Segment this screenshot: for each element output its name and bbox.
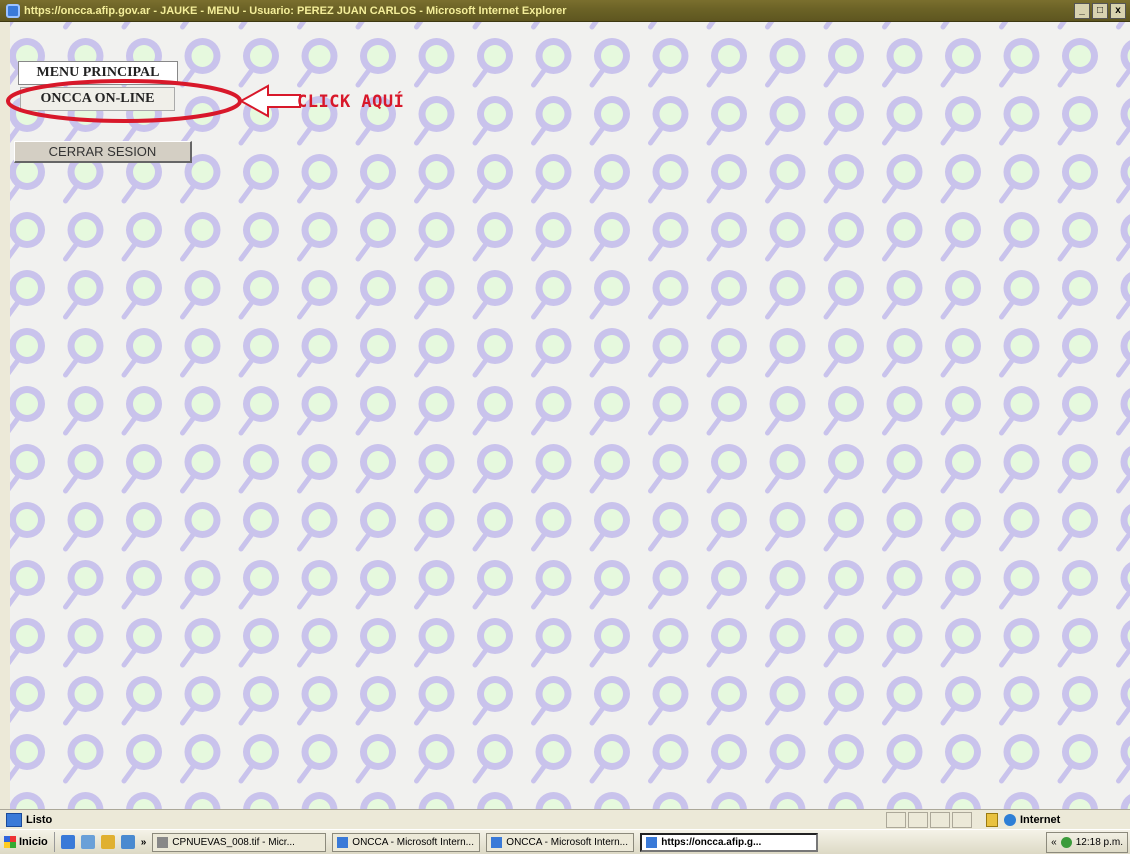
status-pane [886, 811, 906, 828]
clock: 12:18 p.m. [1075, 836, 1123, 848]
security-zone: Internet [1020, 813, 1061, 826]
status-pane [908, 811, 928, 828]
taskbar-item[interactable]: ONCCA - Microsoft Intern... [486, 832, 635, 852]
image-file-icon [157, 836, 169, 848]
ie-quicklaunch-icon[interactable] [60, 835, 75, 849]
oncca-online-link[interactable]: ONCCA ON-LINE [20, 87, 175, 111]
window-title: https://oncca.afip.gov.ar - JAUKE - MENU… [24, 4, 567, 17]
taskbar-item-active[interactable]: https://oncca.afip.g... [640, 832, 819, 852]
window-controls: _ □ x [1074, 2, 1126, 19]
internet-explorer-icon [337, 836, 349, 848]
lock-icon[interactable] [986, 812, 998, 827]
menu-principal-link[interactable]: MENU PRINCIPAL [18, 61, 178, 85]
taskbar-item-label: ONCCA - Microsoft Intern... [506, 836, 628, 848]
windows-flag-icon [4, 836, 16, 848]
desktop-quicklaunch-icon[interactable] [80, 835, 95, 849]
folder-quicklaunch-icon[interactable] [100, 835, 115, 849]
media-quicklaunch-icon[interactable] [120, 835, 135, 849]
status-text: Listo [26, 813, 53, 826]
internet-explorer-icon [6, 3, 20, 18]
page-icon [6, 812, 22, 827]
status-pane [930, 811, 950, 828]
system-tray: « 12:18 p.m. [1046, 831, 1128, 853]
status-pane [952, 811, 972, 828]
internet-explorer-icon [646, 836, 658, 848]
quicklaunch-overflow[interactable]: » [141, 837, 147, 848]
click-here-label: CLICK AQUÍ [297, 92, 405, 112]
maximize-button[interactable]: □ [1092, 2, 1108, 19]
logout-button[interactable]: CERRAR SESION [14, 141, 192, 163]
window-title-bar[interactable]: https://oncca.afip.gov.ar - JAUKE - MENU… [0, 0, 1130, 22]
globe-icon [1004, 813, 1016, 826]
taskbar-item-label: CPNUEVAS_008.tif - Micr... [172, 836, 295, 848]
network-tray-icon[interactable] [1060, 836, 1072, 848]
taskbar-item[interactable]: CPNUEVAS_008.tif - Micr... [152, 832, 327, 852]
close-button[interactable]: x [1110, 2, 1126, 19]
taskbar-item-label: https://oncca.afip.g... [661, 836, 762, 848]
taskbar-item[interactable]: ONCCA - Microsoft Intern... [332, 832, 481, 852]
start-button[interactable]: Inicio [0, 832, 55, 852]
taskbar-item-label: ONCCA - Microsoft Intern... [352, 836, 474, 848]
status-bar: Listo Internet [0, 809, 1130, 829]
minimize-button[interactable]: _ [1074, 2, 1090, 19]
internet-explorer-icon [491, 836, 503, 848]
start-label: Inicio [19, 836, 48, 848]
taskbar: Inicio » CPNUEVAS_008.tif - Micr... ONCC… [0, 829, 1130, 854]
tray-expand-chevron[interactable]: « [1051, 837, 1057, 848]
